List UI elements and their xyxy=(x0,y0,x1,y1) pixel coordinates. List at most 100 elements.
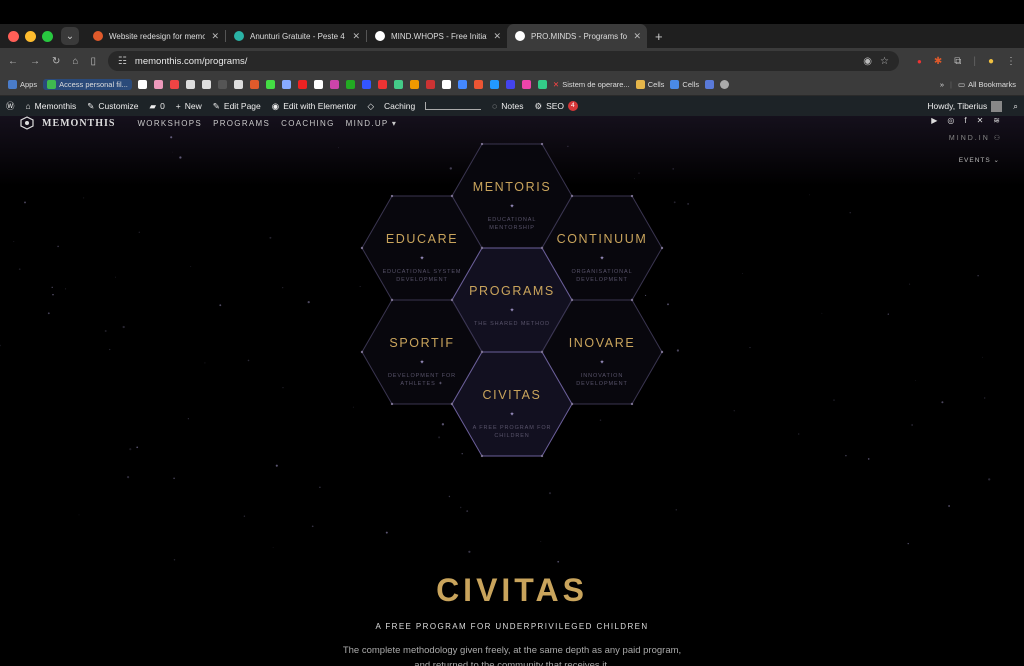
bookmark-favicon-icon[interactable] xyxy=(201,80,211,89)
bookmark-wordpress[interactable] xyxy=(720,80,730,89)
bookmark-favicon-icon[interactable] xyxy=(521,80,531,89)
wp-caching[interactable]: ◇ Caching xyxy=(367,101,482,112)
new-tab-button[interactable]: + xyxy=(655,29,663,44)
bookmark-favicon-icon[interactable] xyxy=(409,80,419,89)
wp-edit-page[interactable]: ✎ Edit Page xyxy=(213,101,261,112)
close-tab-icon[interactable]: ✕ xyxy=(493,31,501,42)
wp-search-icon[interactable]: ⌕ xyxy=(1013,101,1018,112)
nav-coaching[interactable]: COACHING xyxy=(281,119,335,128)
forward-icon[interactable]: → xyxy=(30,56,40,67)
bookmark-favicon-icon[interactable] xyxy=(137,80,147,89)
wp-new[interactable]: + New xyxy=(176,101,202,111)
bookmark-favicon-icon[interactable] xyxy=(297,80,307,89)
bookmark-favicon-icon[interactable] xyxy=(457,80,467,89)
reload-icon[interactable]: ↻ xyxy=(52,56,60,67)
tab-search-button[interactable]: ⌄ xyxy=(61,27,79,45)
page-content: MENTORIS ✦ EDUCATIONAL MENTORSHIP EDUCARE ✦ ED… xyxy=(0,116,1024,666)
nav-workshops[interactable]: WORKSHOPS xyxy=(137,119,202,128)
wp-howdy[interactable]: Howdy, Tiberius xyxy=(927,100,1003,112)
facebook-icon[interactable]: f xyxy=(964,116,966,125)
bookmark-favicon-icon[interactable] xyxy=(313,80,323,89)
wp-site-name[interactable]: ⌂ Memonthis xyxy=(26,101,77,111)
lens-icon[interactable]: ◉ xyxy=(863,56,872,67)
bookmark-favicon-icon[interactable] xyxy=(537,80,547,89)
close-tab-icon[interactable]: ✕ xyxy=(211,31,219,42)
youtube-icon[interactable]: ▶ xyxy=(931,116,937,125)
star xyxy=(179,156,182,159)
star xyxy=(460,506,462,509)
star xyxy=(849,212,851,214)
star xyxy=(319,486,321,489)
caching-progress xyxy=(425,102,482,110)
bookmark-favicon-icon[interactable] xyxy=(393,80,403,89)
x-icon[interactable]: ✕ xyxy=(977,116,984,125)
bookmark-favicon-icon[interactable] xyxy=(505,80,515,89)
bookmark-favicon-icon[interactable] xyxy=(217,80,227,89)
back-icon[interactable]: ← xyxy=(8,56,18,67)
wp-logo-icon[interactable]: Ⓦ xyxy=(6,100,15,112)
star xyxy=(47,312,50,315)
bookmark-favicon-icon[interactable] xyxy=(265,80,275,89)
star xyxy=(466,510,469,512)
bookmark-extra-1[interactable] xyxy=(705,80,715,89)
bookmark-favicon-icon[interactable] xyxy=(169,80,179,89)
extensions-puzzle-icon[interactable]: ⧉ xyxy=(954,56,961,67)
bookmark-favicon-icon[interactable] xyxy=(345,80,355,89)
all-bookmarks-button[interactable]: ▭ All Bookmarks xyxy=(958,80,1016,89)
site-logo[interactable]: MEMONTHIS xyxy=(20,116,115,130)
split-view-icon[interactable]: ▯ xyxy=(90,56,96,67)
bookmark-access[interactable]: Access personal fil... xyxy=(43,79,132,90)
browser-tab[interactable]: MIND.WHOPS - Free Initiation✕ xyxy=(367,24,507,48)
nav-programs[interactable]: PROGRAMS xyxy=(213,119,270,128)
bookmark-favicon-icon[interactable] xyxy=(425,80,435,89)
profile-avatar[interactable]: ● xyxy=(988,56,994,67)
bookmark-favicon-icon[interactable] xyxy=(281,80,291,89)
hex-vertex xyxy=(450,298,454,302)
bookmark-favicon-icon[interactable] xyxy=(441,80,451,89)
star xyxy=(136,446,139,449)
minimize-window-button[interactable] xyxy=(25,30,36,42)
bookmark-favicon-icon[interactable] xyxy=(473,80,483,89)
browser-tab[interactable]: PRO.MINDS - Programs for le ✕ xyxy=(507,24,647,48)
instagram-icon[interactable]: ◎ xyxy=(947,116,954,125)
home-icon[interactable]: ⌂ xyxy=(72,56,78,67)
browser-tab[interactable]: Anunturi Gratuite - Peste 4 m ✕ xyxy=(226,24,366,48)
bookmark-favicon-icon[interactable] xyxy=(489,80,499,89)
wp-seo[interactable]: ⚙ SEO 4 xyxy=(534,101,578,112)
close-tab-icon[interactable]: ✕ xyxy=(633,31,641,42)
bookmark-star-icon[interactable]: ☆ xyxy=(880,56,889,67)
social-links: ▶ ◎ f ✕ ≋ xyxy=(931,116,1000,125)
bookmark-cells-1[interactable]: Cells xyxy=(635,80,664,89)
star xyxy=(307,300,310,304)
close-window-button[interactable] xyxy=(8,30,19,42)
bookmark-favicon-icon[interactable] xyxy=(329,80,339,89)
bookmark-favicon-icon[interactable] xyxy=(249,80,259,89)
bookmark-favicon-icon[interactable] xyxy=(233,80,243,89)
browser-tab[interactable]: Website redesign for memonthi✕ xyxy=(85,24,225,48)
adblock-extension-icon[interactable]: ● xyxy=(917,57,922,66)
bookmark-favicon-icon[interactable] xyxy=(153,80,163,89)
more-bookmarks-button[interactable]: » xyxy=(940,80,944,89)
menu-kebab-icon[interactable]: ⋮ xyxy=(1006,56,1016,67)
wp-notes[interactable]: ◌ Notes xyxy=(492,101,523,111)
extension-icon[interactable]: ✱ xyxy=(934,56,942,67)
wp-customize[interactable]: ✎ Customize xyxy=(87,101,138,112)
hex-subtitle: DEVELOPMENT FOR xyxy=(388,373,456,379)
bookmark-apps[interactable]: Apps xyxy=(8,80,37,89)
url-text[interactable]: memonthis.com/programs/ xyxy=(135,56,855,67)
wp-elementor[interactable]: ◉ Edit with Elementor xyxy=(272,101,357,112)
bookmark-favicon-icon[interactable] xyxy=(377,80,387,89)
events-dropdown[interactable]: EVENTS ⌄ xyxy=(959,156,1000,164)
maximize-window-button[interactable] xyxy=(42,30,53,42)
address-bar[interactable]: ☷ memonthis.com/programs/ ◉ ☆ xyxy=(107,51,899,71)
bookmark-favicon-icon[interactable] xyxy=(185,80,195,89)
nav-mindup[interactable]: MIND.UP ▾ xyxy=(346,119,398,128)
site-info-icon[interactable]: ☷ xyxy=(118,56,127,67)
spotify-icon[interactable]: ≋ xyxy=(993,116,1000,125)
bookmark-favicon-icon[interactable] xyxy=(361,80,371,89)
bookmark-cells-2[interactable]: Cells xyxy=(670,80,699,89)
bookmark-sistem[interactable]: ✕ Sistem de operare... xyxy=(553,80,630,89)
close-tab-icon[interactable]: ✕ xyxy=(352,31,360,42)
wp-comments[interactable]: ▰ 0 xyxy=(150,101,165,112)
mind-in-link[interactable]: MIND.IN ⚇ xyxy=(949,134,1002,142)
